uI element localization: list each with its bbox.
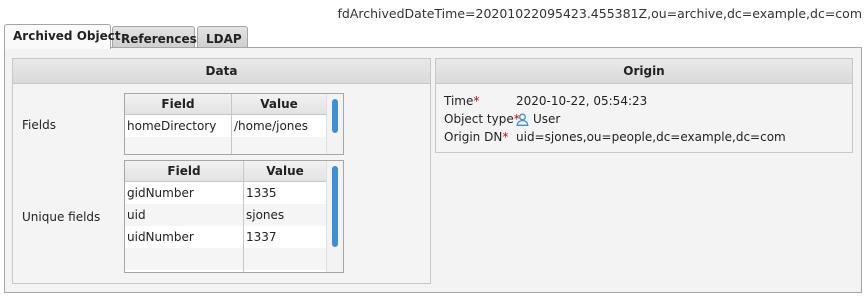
- origin-dn-label: Origin DN*: [444, 130, 509, 144]
- object-dn: fdArchivedDateTime=20201022095423.455381…: [337, 6, 862, 21]
- object-type-label: Object type*: [444, 112, 520, 126]
- unique-table-scrollbar[interactable]: [326, 161, 343, 272]
- scrollbar-thumb[interactable]: [332, 166, 338, 247]
- column-divider: [243, 161, 244, 272]
- data-section: Data Fields Unique fields Field Value ho…: [12, 58, 431, 284]
- time-label: Time*: [444, 94, 480, 108]
- table-row[interactable]: gidNumber 1335: [125, 182, 326, 204]
- column-header-value[interactable]: Value: [244, 161, 326, 181]
- table-row-empty: [125, 137, 326, 154]
- tab-label: References: [121, 32, 197, 46]
- unique-table-header: Field Value: [125, 161, 326, 182]
- required-marker: *: [502, 130, 509, 144]
- cell-field: gidNumber: [127, 186, 194, 200]
- fields-table-scrollbar[interactable]: [326, 94, 343, 154]
- cell-value: sjones: [246, 208, 285, 222]
- tab-references[interactable]: References: [112, 26, 197, 48]
- cell-value: 1337: [246, 230, 277, 244]
- fields-table-header: Field Value: [125, 94, 326, 115]
- dn-header: fdArchivedDateTime=20201022095423.455381…: [0, 0, 866, 26]
- unique-fields-label: Unique fields: [22, 210, 101, 224]
- column-header-value[interactable]: Value: [232, 94, 326, 114]
- table-row-empty: [125, 248, 326, 270]
- cell-field: uid: [127, 208, 146, 222]
- fields-table: Field Value homeDirectory /home/jones: [124, 93, 344, 155]
- tab-panel: Data Fields Unique fields Field Value ho…: [4, 47, 862, 293]
- table-row[interactable]: uid sjones: [125, 204, 326, 226]
- cell-field: uidNumber: [127, 230, 194, 244]
- column-header-field[interactable]: Field: [125, 94, 231, 114]
- table-row[interactable]: homeDirectory /home/jones: [125, 115, 326, 137]
- column-divider: [231, 94, 232, 154]
- cell-value: 1335: [246, 186, 277, 200]
- column-header-field[interactable]: Field: [125, 161, 243, 181]
- tab-ldap[interactable]: LDAP: [197, 26, 248, 48]
- cell-field: homeDirectory: [127, 119, 217, 133]
- origin-dn-value: uid=sjones,ou=people,dc=example,dc=com: [516, 130, 786, 144]
- table-row[interactable]: uidNumber 1337: [125, 226, 326, 248]
- cell-value: /home/jones: [234, 119, 309, 133]
- required-marker: *: [473, 94, 480, 108]
- tab-label: Archived Object: [13, 29, 121, 43]
- tab-label: LDAP: [206, 32, 242, 46]
- tab-archived-object[interactable]: Archived Object: [4, 24, 121, 49]
- tab-bar: Archived Object References LDAP: [4, 24, 862, 49]
- object-type-value: User: [516, 112, 560, 126]
- origin-section-title: Origin: [436, 59, 852, 84]
- time-value: 2020-10-22, 05:54:23: [516, 94, 648, 108]
- unique-fields-table: Field Value gidNumber 1335 uid sjones ui…: [124, 160, 344, 273]
- origin-section: Origin Time* 2020-10-22, 05:54:23 Object…: [435, 58, 853, 153]
- scrollbar-thumb[interactable]: [332, 99, 338, 133]
- fields-label: Fields: [22, 118, 56, 132]
- data-section-title: Data: [13, 59, 430, 84]
- user-icon: [516, 113, 529, 126]
